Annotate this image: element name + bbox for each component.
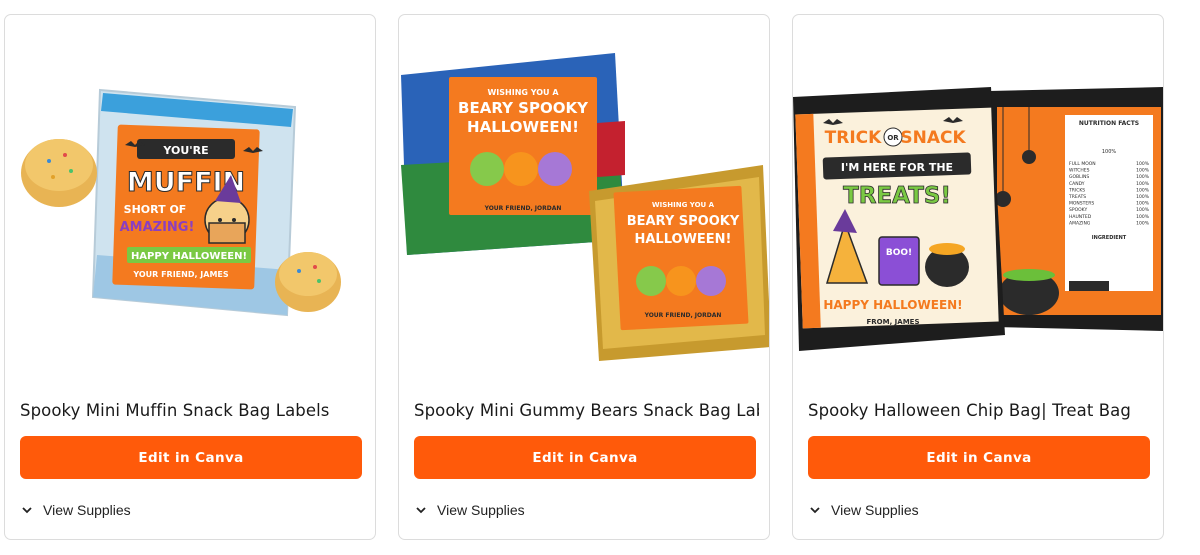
facts-row: CANDY [1069, 181, 1085, 187]
facts-row-percent: 100% [1136, 168, 1150, 174]
chip-bag-illustration: NUTRITION FACTS 100% FULL MOON 100% WITCHE… [793, 87, 1163, 351]
facts-row: TRICKS [1068, 187, 1085, 193]
facts-row-percent: 100% [1136, 174, 1150, 180]
chip-here: I'M HERE FOR THE [841, 161, 953, 174]
view-supplies-toggle[interactable]: View Supplies [809, 499, 919, 521]
gummy-wish-1: WISHING YOU A [487, 88, 559, 97]
edit-in-canva-button[interactable]: Edit in Canva [808, 436, 1150, 479]
facts-row: GOBLINS [1069, 174, 1089, 180]
chevron-down-icon [416, 507, 426, 514]
product-image-gummy[interactable]: WISHING YOU A BEARY SPOOKY HALLOWEEN! YO… [399, 15, 769, 377]
gummy-bag-illustration: WISHING YOU A BEARY SPOOKY HALLOWEEN! YO… [401, 53, 769, 361]
chip-banner: HAPPY HALLOWEEN! [823, 298, 962, 312]
product-image-muffin[interactable]: YOU'RE MUFFIN SHORT OF AMAZING! HAPPY HA… [5, 15, 375, 377]
muffin-banner: HAPPY HALLOWEEN! [131, 251, 247, 262]
chip-trick: TRICK [825, 128, 882, 148]
gummy-signoff-1: YOUR FRIEND, JORDAN [484, 205, 562, 212]
product-card-gummy: WISHING YOU A BEARY SPOOKY HALLOWEEN! YO… [398, 14, 770, 540]
view-supplies-label: View Supplies [437, 502, 525, 518]
facts-percent: 100% [1102, 149, 1117, 155]
facts-row: HAUNTED [1069, 214, 1092, 220]
chip-from: FROM, JAMES [867, 318, 920, 326]
gummy-signoff-2: YOUR FRIEND, JORDAN [644, 312, 722, 319]
chip-treats: TREATS! [843, 183, 951, 209]
facts-row-percent: 100% [1136, 187, 1150, 193]
chip-snack: SNACK [900, 128, 966, 148]
muffin-line1: YOU'RE [162, 144, 208, 157]
edit-in-canva-button[interactable]: Edit in Canva [20, 436, 362, 479]
product-title[interactable]: Spooky Mini Gummy Bears Snack Bag Labels [414, 401, 759, 420]
muffin-signoff: YOUR FRIEND, JAMES [132, 270, 229, 279]
chevron-down-icon [810, 507, 820, 514]
facts-row-percent: 100% [1136, 214, 1150, 220]
facts-row: SPOOKY [1069, 207, 1087, 213]
product-card-chipbag: NUTRITION FACTS 100% FULL MOON 100% WITCHE… [792, 14, 1164, 540]
product-title[interactable]: Spooky Halloween Chip Bag| Treat Bag [808, 401, 1153, 420]
view-supplies-label: View Supplies [831, 502, 919, 518]
facts-row-percent: 100% [1136, 161, 1150, 167]
chevron-down-icon [22, 507, 32, 514]
product-grid: YOU'RE MUFFIN SHORT OF AMAZING! HAPPY HA… [4, 14, 1166, 542]
gummy-head2-2: HALLOWEEN! [634, 232, 731, 247]
facts-ingredient: INGREDIENT [1092, 235, 1127, 241]
chip-boo: BOO! [886, 248, 912, 258]
facts-title: NUTRITION FACTS [1079, 120, 1139, 127]
facts-row-percent: 100% [1136, 220, 1150, 226]
gummy-head1-1: BEARY SPOOKY [458, 99, 589, 117]
muffin-line4: AMAZING! [120, 220, 195, 235]
muffin-bag-illustration: YOU'RE MUFFIN SHORT OF AMAZING! HAPPY HA… [21, 88, 341, 317]
facts-row-percent: 100% [1136, 194, 1150, 200]
facts-row: FULL MOON [1069, 161, 1096, 167]
product-image-chipbag[interactable]: NUTRITION FACTS 100% FULL MOON 100% WITCHE… [793, 15, 1163, 377]
gummy-head1-2: BEARY SPOOKY [627, 214, 740, 229]
facts-row: WITCHES [1069, 168, 1090, 174]
product-title[interactable]: Spooky Mini Muffin Snack Bag Labels [20, 401, 365, 420]
gummy-head2-1: HALLOWEEN! [467, 118, 579, 136]
product-card-muffin: YOU'RE MUFFIN SHORT OF AMAZING! HAPPY HA… [4, 14, 376, 540]
view-supplies-toggle[interactable]: View Supplies [415, 499, 525, 521]
view-supplies-toggle[interactable]: View Supplies [21, 499, 131, 521]
facts-row-percent: 100% [1136, 181, 1150, 187]
edit-in-canva-button[interactable]: Edit in Canva [414, 436, 756, 479]
view-supplies-label: View Supplies [43, 502, 131, 518]
facts-row: AMAZING [1069, 220, 1091, 226]
gummy-wish-2: WISHING YOU A [652, 201, 715, 209]
facts-row: TREATS [1068, 194, 1086, 200]
facts-row: MONSTERS [1069, 201, 1094, 207]
muffin-line3: SHORT OF [124, 203, 187, 216]
facts-row-percent: 100% [1136, 207, 1150, 213]
facts-row-percent: 100% [1136, 201, 1150, 207]
chip-or: OR [887, 134, 899, 142]
